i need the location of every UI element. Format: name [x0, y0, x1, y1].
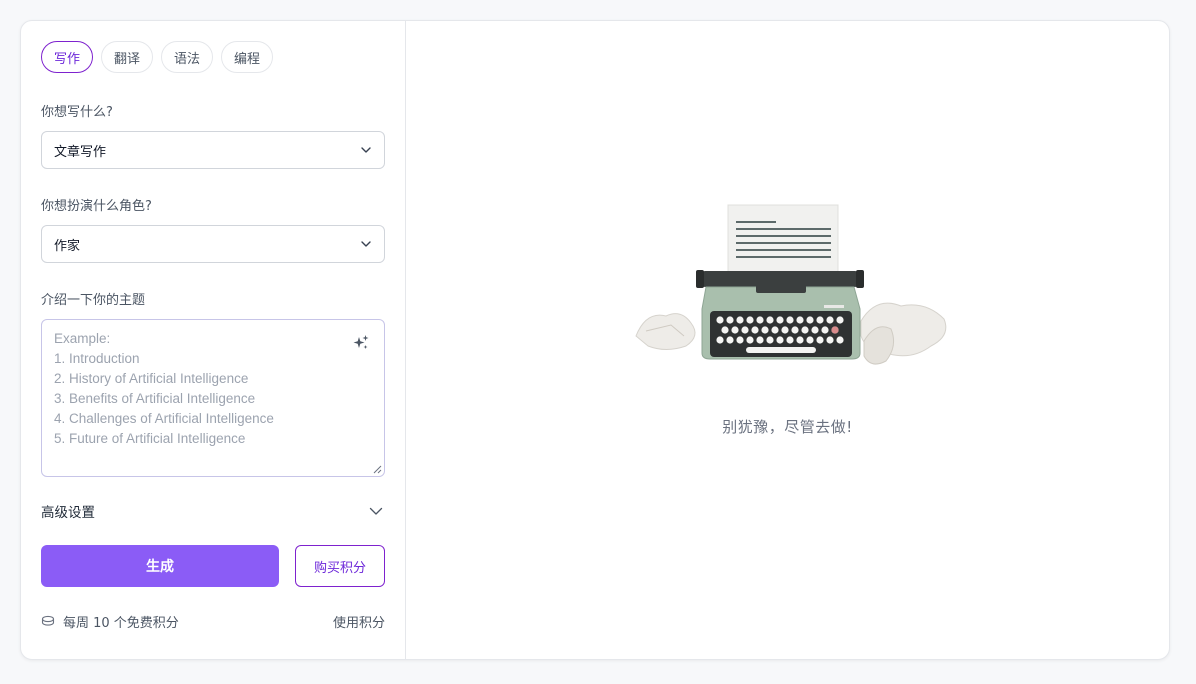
- buy-credits-button[interactable]: 购买积分: [295, 545, 385, 587]
- main-card: 写作 翻译 语法 编程 你想写什么? 文章写作 你想扮演什么角色? 作家 介绍一…: [20, 20, 1170, 660]
- mode-tabs: 写作 翻译 语法 编程: [41, 41, 274, 73]
- placeholder-line: 5. Future of Artificial Intelligence: [54, 431, 246, 446]
- tab-write[interactable]: 写作: [41, 41, 94, 73]
- advanced-settings-toggle[interactable]: 高级设置: [41, 499, 385, 523]
- free-credits-text: 每周 10 个免费积分: [63, 616, 179, 631]
- placeholder-line: 1. Introduction: [54, 351, 140, 366]
- role-value: 作家: [54, 238, 81, 254]
- placeholder-line: 3. Benefits of Artificial Intelligence: [54, 391, 256, 406]
- credits-footer: 每周 10 个免费积分 使用积分: [41, 611, 385, 631]
- input-panel: 写作 翻译 语法 编程 你想写什么? 文章写作 你想扮演什么角色? 作家 介绍一…: [21, 21, 406, 659]
- typewriter-illustration: [635, 204, 947, 365]
- tab-translate[interactable]: 翻译: [101, 41, 154, 73]
- placeholder-line: 4. Challenges of Artificial Intelligence: [54, 411, 274, 426]
- write-type-value: 文章写作: [54, 144, 107, 160]
- topic-textarea[interactable]: Example: 1. Introduction 2. History of A…: [41, 319, 385, 477]
- role-select[interactable]: 作家: [41, 225, 385, 263]
- use-credits-link[interactable]: 使用积分: [333, 612, 385, 631]
- coins-icon: [41, 615, 55, 626]
- sparkle-icon[interactable]: [352, 334, 370, 352]
- topic-label: 介绍一下你的主题: [41, 293, 146, 308]
- chevron-down-icon: [361, 147, 371, 153]
- placeholder-line: Example:: [54, 331, 111, 346]
- placeholder-line: 2. History of Artificial Intelligence: [54, 371, 249, 386]
- generate-button[interactable]: 生成: [41, 545, 279, 587]
- empty-state-tagline: 别犹豫，尽管去做!: [722, 418, 853, 436]
- resize-handle-icon[interactable]: [373, 465, 382, 474]
- tab-programming[interactable]: 编程: [221, 41, 274, 73]
- write-type-select[interactable]: 文章写作: [41, 131, 385, 169]
- tab-grammar[interactable]: 语法: [161, 41, 214, 73]
- chevron-down-icon: [369, 507, 383, 515]
- output-panel: 别犹豫，尽管去做!: [406, 21, 1169, 659]
- role-label: 你想扮演什么角色?: [41, 199, 152, 214]
- chevron-down-icon: [361, 241, 371, 247]
- write-type-label: 你想写什么?: [41, 105, 113, 120]
- advanced-settings-label: 高级设置: [41, 505, 95, 521]
